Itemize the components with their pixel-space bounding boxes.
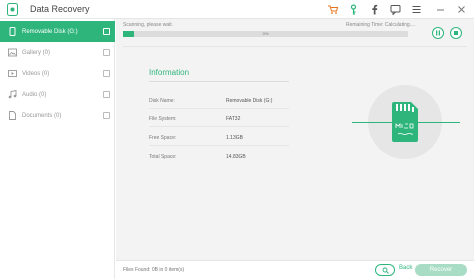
total-space-value: 14.83GB bbox=[226, 154, 246, 160]
recover-button[interactable]: Recover bbox=[415, 264, 467, 276]
sidebar: Removable Disk (G:) Gallery (0) Videos (… bbox=[0, 19, 115, 279]
sidebar-item-audio[interactable]: Audio (0) bbox=[0, 84, 115, 105]
search-button[interactable] bbox=[375, 264, 395, 276]
video-icon bbox=[8, 70, 17, 77]
sidebar-item-removable-disk[interactable]: Removable Disk (G:) bbox=[0, 21, 115, 42]
sidebar-item-label: Documents (0) bbox=[22, 112, 62, 119]
key-icon[interactable] bbox=[347, 3, 359, 15]
sidebar-item-checkbox[interactable] bbox=[103, 49, 110, 56]
pause-button[interactable] bbox=[432, 27, 444, 39]
free-space-label: Free Space: bbox=[149, 135, 177, 141]
music-icon bbox=[8, 90, 17, 99]
app-title: Data Recovery bbox=[30, 4, 90, 14]
sidebar-item-gallery[interactable]: Gallery (0) bbox=[0, 42, 115, 63]
menu-icon[interactable] bbox=[410, 3, 422, 15]
sidebar-item-checkbox[interactable] bbox=[103, 28, 110, 35]
minimize-icon[interactable] bbox=[434, 3, 446, 15]
free-space-value: 1.13GB bbox=[226, 135, 243, 141]
stop-icon bbox=[454, 31, 458, 35]
info-divider bbox=[149, 126, 289, 127]
sidebar-item-label: Audio (0) bbox=[22, 91, 47, 98]
title-bar: Data Recovery bbox=[0, 0, 474, 19]
sd-card-icon bbox=[392, 102, 418, 142]
close-icon[interactable] bbox=[455, 3, 467, 15]
disk-name-label: Disk Name: bbox=[149, 98, 175, 104]
sidebar-item-label: Removable Disk (G:) bbox=[22, 28, 78, 35]
sidebar-item-videos[interactable]: Videos (0) bbox=[0, 63, 115, 84]
document-icon bbox=[9, 111, 16, 120]
total-space-label: Total Space: bbox=[149, 154, 177, 160]
feedback-icon[interactable] bbox=[389, 3, 401, 15]
app-logo-icon bbox=[7, 3, 18, 16]
disk-name-value: Removable Disk (G:) bbox=[226, 98, 273, 104]
scan-status-text: Scanning, please wait. bbox=[123, 22, 174, 28]
sidebar-item-checkbox[interactable] bbox=[103, 70, 110, 77]
divider bbox=[123, 46, 467, 47]
image-icon bbox=[8, 48, 17, 57]
bottom-bar: Files Found: 0B in 0 item(s) Back Recove… bbox=[116, 260, 474, 279]
sidebar-item-label: Videos (0) bbox=[22, 70, 50, 77]
sidebar-item-label: Gallery (0) bbox=[22, 49, 51, 56]
sidebar-item-checkbox[interactable] bbox=[103, 91, 110, 98]
information-title: Information bbox=[149, 68, 190, 77]
sidebar-item-checkbox[interactable] bbox=[103, 112, 110, 119]
search-icon bbox=[382, 267, 389, 274]
stop-button[interactable] bbox=[450, 27, 462, 39]
files-found-text: Files Found: 0B in 0 item(s) bbox=[123, 267, 185, 273]
main-panel: Scanning, please wait. Remaining Time: C… bbox=[116, 19, 474, 260]
remaining-time-text: Remaining Time: Calculating.... bbox=[346, 22, 416, 28]
info-divider bbox=[149, 108, 289, 109]
information-underline bbox=[149, 81, 289, 82]
sidebar-item-documents[interactable]: Documents (0) bbox=[0, 105, 115, 126]
info-divider bbox=[149, 145, 289, 146]
file-system-value: FAT32 bbox=[226, 116, 241, 122]
progress-percent: 0% bbox=[262, 31, 269, 36]
pause-icon bbox=[436, 30, 440, 36]
phone-icon bbox=[9, 27, 16, 36]
file-system-label: File System: bbox=[149, 116, 177, 122]
facebook-icon[interactable] bbox=[368, 3, 380, 15]
cart-icon[interactable] bbox=[326, 3, 338, 15]
progress-bar: 0% bbox=[123, 31, 408, 37]
back-button[interactable]: Back bbox=[399, 265, 412, 271]
